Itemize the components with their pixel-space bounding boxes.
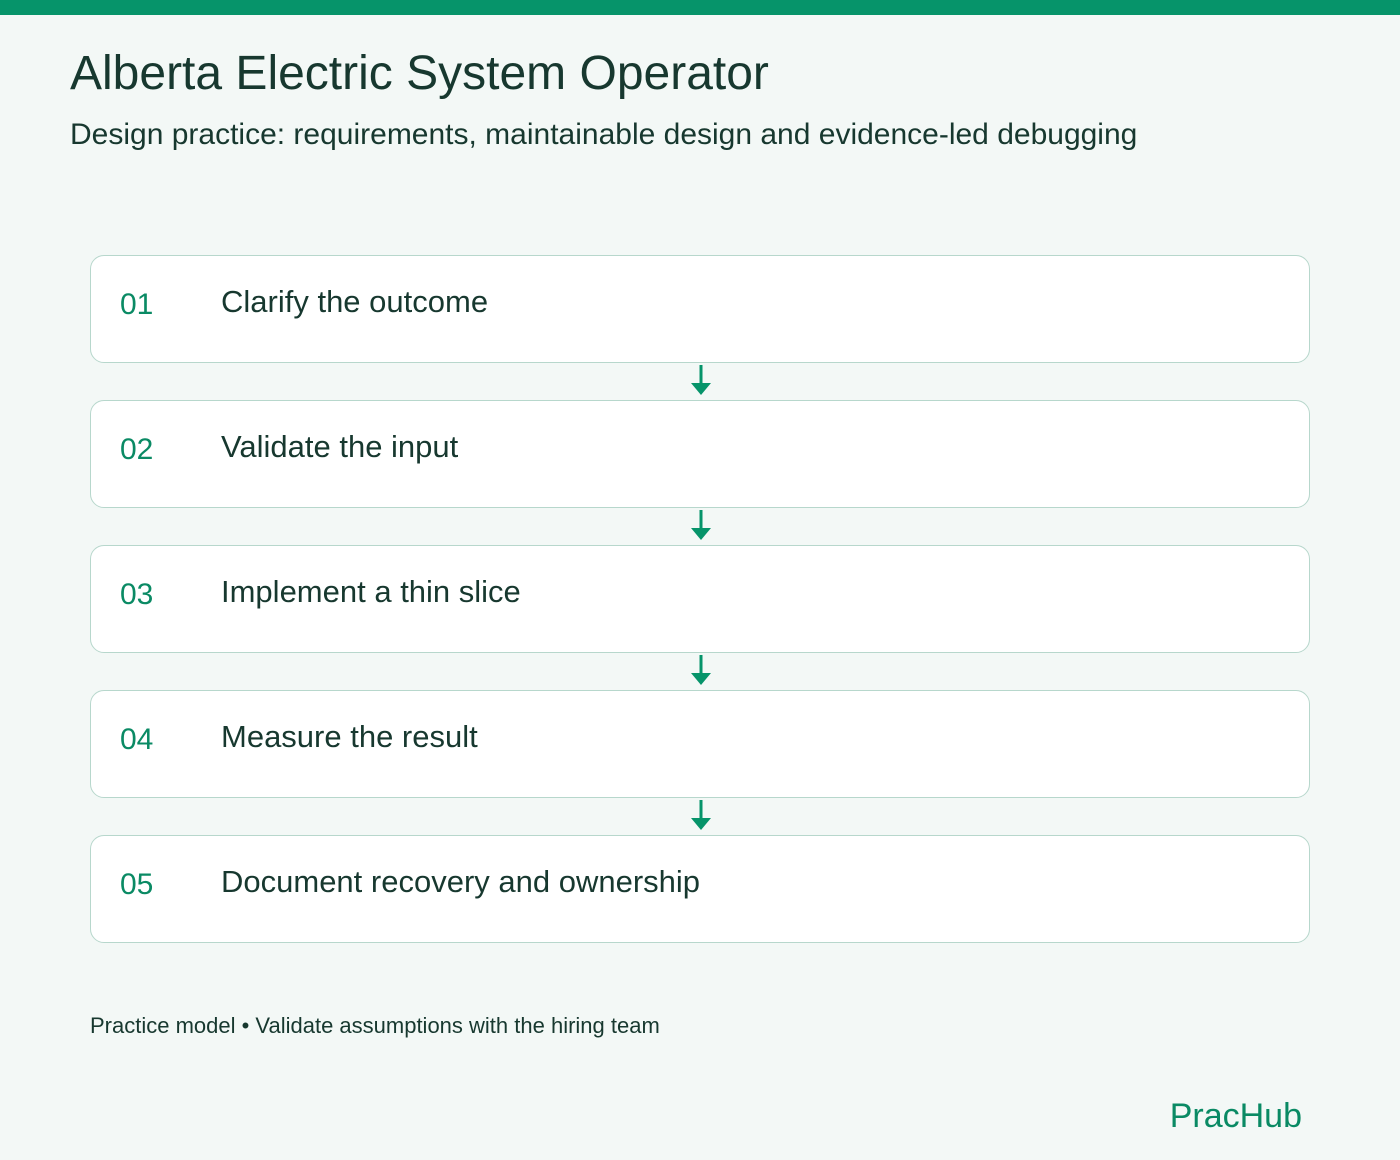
page-title: Alberta Electric System Operator — [70, 47, 769, 100]
step-number: 04 — [120, 723, 154, 756]
step-card: 01 Clarify the outcome — [90, 255, 1310, 363]
step-label: Measure the result — [221, 719, 478, 754]
step-label: Implement a thin slice — [221, 574, 521, 609]
footer-note: Practice model • Validate assumptions wi… — [90, 1013, 660, 1038]
arrow-down-icon — [691, 800, 711, 830]
step-number: 01 — [120, 288, 154, 321]
page-subtitle: Design practice: requirements, maintaina… — [70, 118, 1138, 151]
step-card: 03 Implement a thin slice — [90, 545, 1310, 653]
step-label: Validate the input — [221, 429, 459, 464]
step-card: 02 Validate the input — [90, 400, 1310, 508]
top-accent-bar — [0, 0, 1400, 15]
step-card: 05 Document recovery and ownership — [90, 835, 1310, 943]
arrow-down-icon — [691, 365, 711, 395]
step-label: Document recovery and ownership — [221, 864, 701, 899]
arrow-down-icon — [691, 655, 711, 685]
step-label: Clarify the outcome — [221, 284, 489, 319]
step-number: 03 — [120, 578, 154, 611]
step-number: 02 — [120, 433, 154, 466]
step-number: 05 — [120, 868, 154, 901]
step-card: 04 Measure the result — [90, 690, 1310, 798]
arrow-down-icon — [691, 510, 711, 540]
brand-logo: PracHub — [1169, 1097, 1302, 1135]
